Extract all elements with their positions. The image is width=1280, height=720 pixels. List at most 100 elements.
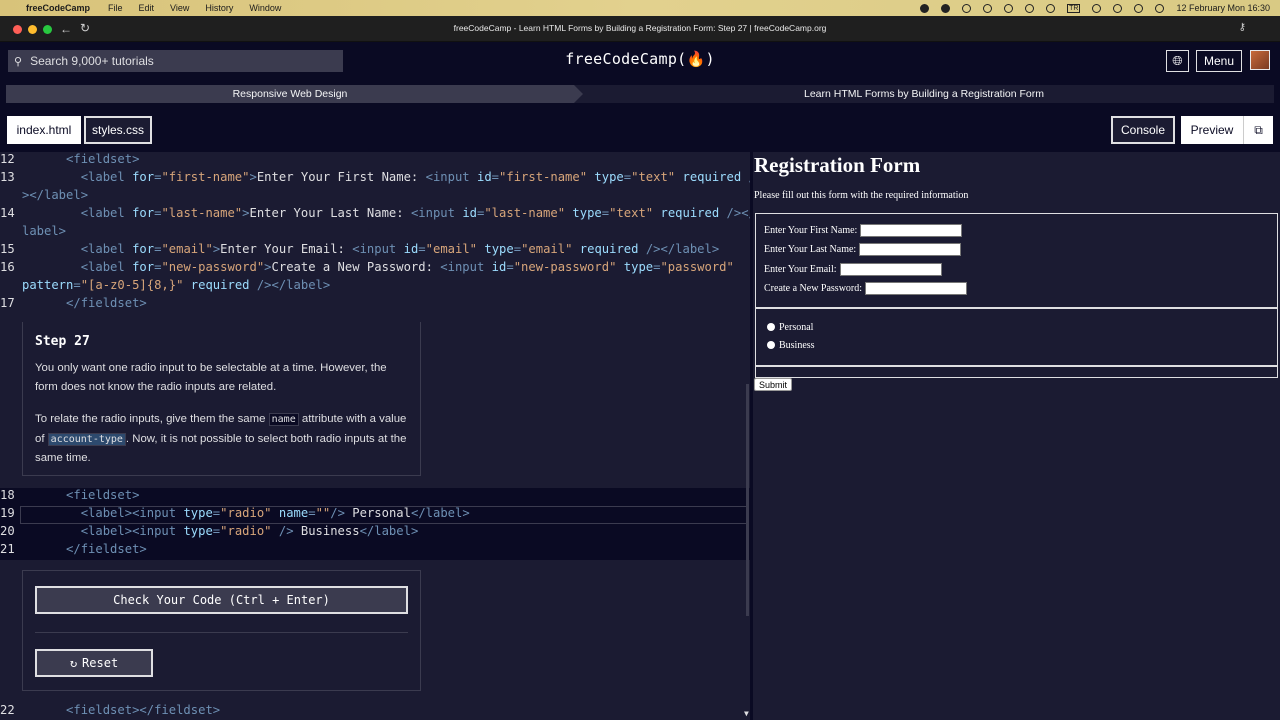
status-tray: TR 12 February Mon 16:30	[920, 0, 1270, 16]
status-icon[interactable]	[941, 3, 951, 13]
spotlight-icon[interactable]	[1134, 3, 1144, 13]
code-line[interactable]: 21 </fieldset>	[0, 540, 748, 558]
code-line[interactable]: 17 </fieldset>	[0, 294, 748, 312]
code-editor[interactable]: 12 <fieldset> 13 <label for="first-name">…	[0, 152, 750, 720]
code-text[interactable]: <fieldset></fieldset>	[22, 701, 220, 719]
breadcrumb-block[interactable]: Learn HTML Forms by Building a Registrat…	[574, 85, 1274, 103]
play-icon[interactable]	[1004, 3, 1014, 13]
code-text[interactable]: ></label>	[22, 186, 88, 204]
reset-button[interactable]: ↻ Reset	[35, 649, 153, 677]
code-text[interactable]: <label><input type="radio" /> Business</…	[22, 522, 419, 540]
code-text[interactable]: <label for="first-name">Enter Your First…	[22, 168, 750, 186]
code-text[interactable]: </fieldset>	[22, 294, 147, 312]
scroll-down-arrow-icon[interactable]: ▼	[744, 709, 749, 718]
line-number: 20	[0, 524, 15, 538]
preview-last-name-input[interactable]	[859, 242, 962, 256]
instruction-paragraph: To relate the radio inputs, give them th…	[35, 410, 408, 468]
code-text[interactable]: pattern="[a-z0-5]{8,}" required /></labe…	[22, 276, 330, 294]
editor-scrollbar[interactable]	[746, 384, 749, 616]
code-text[interactable]: <fieldset>	[22, 152, 139, 168]
preview-field-row: Create a New Password:	[764, 281, 968, 295]
preview-email-input[interactable]	[839, 262, 942, 276]
code-line[interactable]: 13 <label for="first-name">Enter Your Fi…	[0, 168, 750, 186]
preview-field-label: Enter Your Last Name:	[764, 243, 857, 255]
code-text[interactable]: <label><input type="radio" name=""/> Per…	[22, 504, 470, 522]
code-line[interactable]: 18 <fieldset>	[0, 486, 748, 504]
menubar-window[interactable]: Window	[249, 3, 281, 13]
breadcrumb-superblock[interactable]: Responsive Web Design	[6, 85, 583, 103]
preview-button[interactable]: Preview	[1181, 116, 1243, 144]
instructions-panel: Step 27 You only want one radio input to…	[22, 322, 421, 476]
preview-field-label: Enter Your First Name:	[764, 224, 858, 236]
reset-label: Reset	[82, 656, 119, 670]
bluetooth-icon[interactable]	[1092, 3, 1102, 13]
preview-subtitle: Please fill out this form with the requi…	[754, 190, 969, 201]
menubar-history[interactable]: History	[205, 3, 233, 13]
check-code-button[interactable]: Check Your Code (Ctrl + Enter)	[35, 586, 408, 614]
input-source[interactable]: TR	[1067, 3, 1081, 13]
menubar-app-name[interactable]: freeCodeCamp	[26, 3, 90, 13]
preview-radio[interactable]	[767, 341, 775, 349]
window-titlebar: ← ↻ freeCodeCamp - Learn HTML Forms by B…	[0, 16, 1280, 42]
menubar-file[interactable]: File	[108, 3, 123, 13]
preview-field-row: Enter Your Email:	[764, 262, 942, 276]
preview-popout-button[interactable]: ⧉	[1243, 116, 1273, 144]
language-button[interactable]: 🌐︎	[1166, 50, 1189, 72]
preview-radio-row[interactable]: Personal	[767, 320, 813, 334]
line-number: 18	[0, 488, 15, 502]
tab-index-html[interactable]: index.html	[7, 116, 81, 144]
line-number: 17	[0, 296, 15, 310]
line-number: 22	[0, 703, 15, 717]
status-icon[interactable]	[1025, 3, 1035, 13]
status-icon[interactable]	[962, 3, 972, 13]
preview-first-name-input[interactable]	[860, 223, 963, 237]
menubar-clock[interactable]: 12 February Mon 16:30	[1176, 3, 1270, 13]
code-text[interactable]: <label for="last-name">Enter Your Last N…	[22, 204, 750, 222]
preview-radio-row[interactable]: Business	[767, 338, 815, 352]
code-text[interactable]: <fieldset>	[22, 486, 139, 504]
window-title: freeCodeCamp - Learn HTML Forms by Build…	[453, 23, 827, 33]
menubar-edit[interactable]: Edit	[139, 3, 155, 13]
preview-fieldset	[755, 366, 1278, 378]
preview-password-input[interactable]	[865, 281, 968, 295]
menubar-view[interactable]: View	[170, 3, 189, 13]
globe-icon: 🌐︎	[1172, 53, 1183, 68]
code-text[interactable]: <label for="new-password">Create a New P…	[22, 258, 734, 276]
inline-code: name	[268, 413, 299, 426]
code-text[interactable]: </fieldset>	[22, 540, 147, 558]
code-line[interactable]: ></label>	[0, 186, 748, 204]
code-line[interactable]: 16 <label for="new-password">Create a Ne…	[0, 258, 748, 276]
code-line[interactable]: 12 <fieldset>	[0, 152, 748, 168]
wifi-icon[interactable]	[1113, 3, 1123, 13]
reset-icon: ↻	[69, 656, 78, 670]
code-line[interactable]: 22 <fieldset></fieldset>	[0, 701, 748, 719]
site-logo[interactable]: freeCodeCamp(🔥)	[0, 50, 1280, 68]
code-line[interactable]: 19 <label><input type="radio" name=""/> …	[0, 504, 748, 522]
code-line[interactable]: 15 <label for="email">Enter Your Email: …	[0, 240, 748, 258]
console-button[interactable]: Console	[1111, 116, 1175, 144]
code-text[interactable]: <label for="email">Enter Your Email: <in…	[22, 240, 720, 258]
code-line[interactable]: pattern="[a-z0-5]{8,}" required /></labe…	[0, 276, 748, 294]
instruction-text: To relate the radio inputs, give them th…	[35, 413, 269, 425]
preview-submit-button[interactable]: Submit	[754, 378, 792, 391]
line-number: 19	[0, 506, 15, 520]
volume-icon[interactable]	[1046, 3, 1056, 13]
popout-icon: ⧉	[1254, 122, 1263, 137]
avatar[interactable]	[1250, 50, 1270, 70]
tab-styles-css[interactable]: styles.css	[84, 116, 152, 144]
code-text[interactable]: label>	[22, 222, 66, 240]
status-icon[interactable]	[920, 3, 930, 13]
control-center-icon[interactable]	[1155, 3, 1165, 13]
preview-field-row: Enter Your Last Name:	[764, 242, 962, 256]
preview-radio[interactable]	[767, 323, 775, 331]
menu-button[interactable]: Menu	[1196, 50, 1242, 72]
code-line[interactable]: 14 <label for="last-name">Enter Your Las…	[0, 204, 750, 222]
status-icon[interactable]	[983, 3, 993, 13]
code-line[interactable]: label>	[0, 222, 748, 240]
preview-field-label: Create a New Password:	[764, 282, 863, 294]
mac-menubar: freeCodeCamp File Edit View History Wind…	[0, 0, 1280, 16]
key-icon[interactable]: ⚷	[1239, 22, 1246, 33]
instruction-paragraph: You only want one radio input to be sele…	[35, 362, 387, 393]
code-line[interactable]: 20 <label><input type="radio" /> Busines…	[0, 522, 748, 540]
preview-radio-label: Business	[779, 339, 815, 351]
